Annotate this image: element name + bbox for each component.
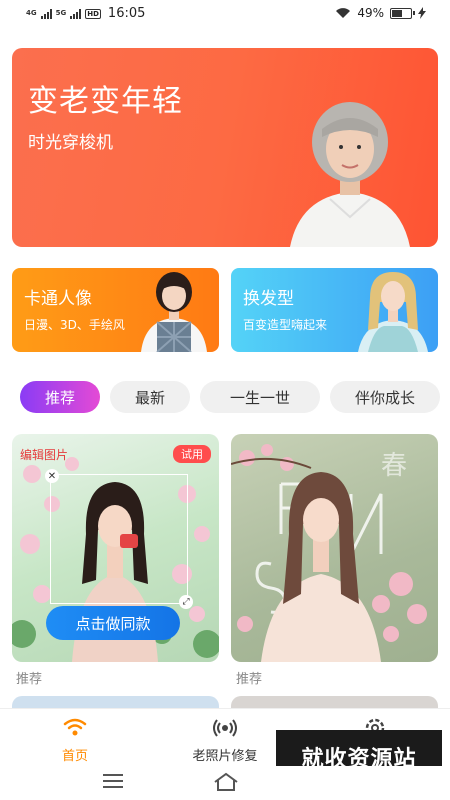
charging-icon — [418, 7, 426, 19]
template-card-edit-photo[interactable]: 编辑图片 试用 ✕ ⤢ 点击做同款 — [12, 434, 219, 662]
feature-change-hairstyle[interactable]: 换发型 百变造型嗨起来 — [231, 268, 438, 352]
edit-frame: ✕ ⤢ — [45, 469, 193, 609]
card-caption: 推荐 — [16, 672, 43, 687]
hero-banner-age-transform[interactable]: 变老变年轻 时光穿梭机 — [12, 48, 438, 247]
hero-title: 变老变年轻 — [28, 84, 183, 119]
nav-repair-label: 老照片修复 — [192, 749, 258, 764]
battery-percent: 49% — [357, 6, 384, 20]
card-caption: 推荐 — [236, 672, 263, 687]
template-card-spring[interactable]: 春 — [231, 434, 438, 662]
signal-icon-2 — [70, 8, 82, 19]
home-wifi-icon — [63, 718, 87, 736]
feature-title: 卡通人像 — [24, 289, 92, 309]
nav-home-label: 首页 — [61, 749, 88, 764]
hd-icon: HD — [85, 8, 101, 19]
tab-growing-up[interactable]: 伴你成长 — [330, 381, 440, 413]
system-navigation — [0, 766, 450, 800]
battery-fill — [392, 9, 402, 17]
svg-text:春: 春 — [381, 451, 407, 481]
category-tabs: 推荐 最新 一生一世 伴你成长 — [20, 381, 450, 415]
broadcast-icon — [213, 719, 237, 737]
hero-subtitle: 时光穿梭机 — [28, 133, 113, 153]
edit-photo-label: 编辑图片 — [20, 448, 69, 462]
network-label-1: 4G — [26, 9, 37, 17]
close-icon[interactable]: ✕ — [45, 469, 59, 483]
tab-lifetime[interactable]: 一生一世 — [200, 381, 320, 413]
clock: 16:05 — [107, 6, 146, 21]
feature-subtitle: 百变造型嗨起来 — [243, 318, 328, 332]
signal-icon — [40, 8, 52, 19]
nav-photo-repair[interactable]: 老照片修复 — [165, 715, 285, 764]
wifi-icon — [336, 8, 351, 18]
battery-icon — [390, 7, 415, 19]
nav-home[interactable]: 首页 — [15, 715, 135, 764]
cartoon-portrait-image — [141, 272, 207, 352]
feature-cartoon-portrait[interactable]: 卡通人像 日漫、3D、手绘风 — [12, 268, 219, 352]
tab-latest[interactable]: 最新 — [110, 381, 190, 413]
network-label-2: 5G — [55, 9, 67, 17]
feature-title: 换发型 — [243, 289, 294, 309]
hero-portrait-image — [290, 102, 410, 247]
status-bar: 4G 5G HD 16:05 49% — [0, 0, 450, 28]
feature-subtitle: 日漫、3D、手绘风 — [24, 318, 125, 332]
trial-badge: 试用 — [173, 445, 211, 463]
make-same-button[interactable]: 点击做同款 — [46, 606, 180, 640]
spring-portrait-image: 春 — [231, 444, 427, 662]
resize-handle-icon[interactable]: ⤢ — [179, 595, 193, 609]
hairstyle-portrait-image — [358, 272, 428, 352]
tab-recommended[interactable]: 推荐 — [20, 381, 100, 413]
home-icon[interactable] — [213, 772, 239, 792]
menu-icon[interactable] — [103, 774, 123, 792]
